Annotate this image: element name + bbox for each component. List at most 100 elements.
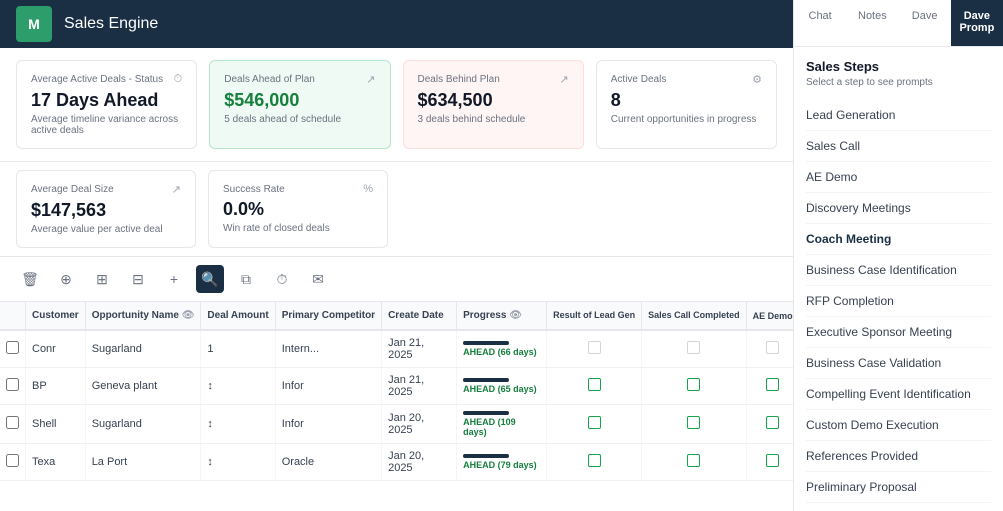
cell-progress: AHEAD (79 days) (457, 444, 547, 481)
metric-active-deals-status: Average Active Deals - Status ⏱ 17 Days … (16, 60, 197, 149)
trend-up-icon-2: ↗ (560, 73, 569, 86)
clock-icon: ⏱ (174, 73, 183, 86)
sidebar-step-item-5[interactable]: Business Case Identification (806, 255, 991, 286)
sidebar-content: Sales Steps Select a step to see prompts… (794, 47, 1003, 511)
gear-icon: ⚙ (752, 73, 762, 86)
sidebar-step-item-0[interactable]: Lead Generation (806, 100, 991, 131)
row-checkbox-0[interactable] (6, 341, 19, 354)
cell-opp-name: Geneva plant (85, 368, 201, 405)
sidebar-step-item-2[interactable]: AE Demo (806, 162, 991, 193)
metric-label-3: Deals Behind Plan (418, 74, 500, 85)
metric-value-6: 0.0% (223, 199, 373, 220)
col-header-ae-demo: AE Demo (746, 302, 793, 330)
sidebar-step-item-8[interactable]: Business Case Validation (806, 348, 991, 379)
cell-check-0-2[interactable] (746, 330, 793, 368)
eye-icon-opp[interactable]: 👁 (182, 310, 195, 321)
sidebar-step-item-7[interactable]: Executive Sponsor Meeting (806, 317, 991, 348)
metric-deals-behind: Deals Behind Plan ↗ $634,500 3 deals beh… (403, 60, 584, 149)
table-row: TexaLa Port↕OracleJan 20, 2025 AHEAD (79… (0, 444, 793, 481)
sidebar-step-item-13[interactable]: Implementation Scoping (806, 503, 991, 511)
metric-label-4: Active Deals (611, 74, 667, 85)
metric-label-5: Average Deal Size (31, 184, 114, 195)
cell-competitor: Oracle (275, 444, 381, 481)
filter-button[interactable]: ⊕ (52, 265, 80, 293)
cell-progress: AHEAD (109 days) (457, 405, 547, 444)
cell-create-date: Jan 21, 2025 (382, 368, 457, 405)
sidebar-step-item-4[interactable]: Coach Meeting (806, 224, 991, 255)
metric-desc-4: Current opportunities in progress (611, 114, 762, 125)
cell-check-2-2[interactable] (746, 405, 793, 444)
cell-progress: AHEAD (65 days) (457, 368, 547, 405)
col-header-lead-gen: Result of Lead Gen (547, 302, 642, 330)
cell-create-date: Jan 21, 2025 (382, 330, 457, 368)
col-header-customer: Customer (26, 302, 86, 330)
cell-customer: BP (26, 368, 86, 405)
cell-check-2-1[interactable] (642, 405, 747, 444)
metric-desc-3: 3 deals behind schedule (418, 114, 569, 125)
cell-check-1-1[interactable] (642, 368, 747, 405)
copy-button[interactable]: ⧉ (232, 265, 260, 293)
row-checkbox-3[interactable] (6, 454, 19, 467)
tab-dave[interactable]: Dave (899, 0, 951, 46)
cell-check-1-0[interactable] (547, 368, 642, 405)
metric-success-rate: Success Rate % 0.0% Win rate of closed d… (208, 170, 388, 248)
columns-button[interactable]: ⊟ (124, 265, 152, 293)
add-button[interactable]: + (160, 265, 188, 293)
metric-value-4: 8 (611, 90, 762, 111)
metric-value-2: $546,000 (224, 90, 375, 111)
tab-chat[interactable]: Chat (794, 0, 846, 46)
metrics-row-1: Average Active Deals - Status ⏱ 17 Days … (0, 48, 793, 162)
sidebar-section-title: Sales Steps (806, 59, 991, 74)
sidebar-step-item-6[interactable]: RFP Completion (806, 286, 991, 317)
cell-deal-amount: ↕ (201, 444, 275, 481)
sidebar-step-item-10[interactable]: Custom Demo Execution (806, 410, 991, 441)
cell-check-1-2[interactable] (746, 368, 793, 405)
col-header-checkbox (0, 302, 26, 330)
row-checkbox-1[interactable] (6, 378, 19, 391)
time-button[interactable]: ⏱ (268, 265, 296, 293)
col-header-date: Create Date (382, 302, 457, 330)
toolbar: 🗑 ⊕ ⊞ ⊟ + 🔍 ⧉ ⏱ ✉ (0, 257, 793, 302)
logo-icon: M (28, 16, 40, 32)
metric-deals-ahead: Deals Ahead of Plan ↗ $546,000 5 deals a… (209, 60, 390, 149)
table-row: ShellSugarland↕InforJan 20, 2025 AHEAD (… (0, 405, 793, 444)
cell-competitor: Infor (275, 405, 381, 444)
col-header-opp: Opportunity Name 👁 (85, 302, 201, 330)
cell-opp-name: Sugarland (85, 405, 201, 444)
cell-deal-amount: ↕ (201, 368, 275, 405)
cell-check-3-0[interactable] (547, 444, 642, 481)
tab-dave-promp[interactable]: Dave Promp (951, 0, 1003, 46)
cell-check-0-0[interactable] (547, 330, 642, 368)
sidebar-step-item-9[interactable]: Compelling Event Identification (806, 379, 991, 410)
cell-opp-name: Sugarland (85, 330, 201, 368)
cell-deal-amount: ↕ (201, 405, 275, 444)
cell-check-3-2[interactable] (746, 444, 793, 481)
metric-value-1: 17 Days Ahead (31, 90, 182, 111)
search-button[interactable]: 🔍 (196, 265, 224, 293)
tab-notes[interactable]: Notes (846, 0, 898, 46)
cell-check-2-0[interactable] (547, 405, 642, 444)
cell-deal-amount: 1 (201, 330, 275, 368)
metric-label-2: Deals Ahead of Plan (224, 74, 315, 85)
sidebar-step-item-11[interactable]: References Provided (806, 441, 991, 472)
mail-button[interactable]: ✉ (304, 265, 332, 293)
sidebar-step-item-1[interactable]: Sales Call (806, 131, 991, 162)
trash-button[interactable]: 🗑 (16, 265, 44, 293)
cell-competitor: Infor (275, 368, 381, 405)
cell-check-0-1[interactable] (642, 330, 747, 368)
col-header-deal: Deal Amount (201, 302, 275, 330)
grid-button[interactable]: ⊞ (88, 265, 116, 293)
metric-avg-deal-size: Average Deal Size ↗ $147,563 Average val… (16, 170, 196, 248)
logo: M (16, 6, 52, 42)
metric-desc-2: 5 deals ahead of schedule (224, 114, 375, 125)
cell-customer: Shell (26, 405, 86, 444)
cell-opp-name: La Port (85, 444, 201, 481)
cell-customer: Conr (26, 330, 86, 368)
metric-desc-5: Average value per active deal (31, 224, 181, 235)
sidebar-tabs: Chat Notes Dave Dave Promp (794, 0, 1003, 47)
cell-check-3-1[interactable] (642, 444, 747, 481)
row-checkbox-2[interactable] (6, 416, 19, 429)
eye-icon-progress[interactable]: 👁 (509, 310, 522, 321)
sidebar-step-item-3[interactable]: Discovery Meetings (806, 193, 991, 224)
sidebar-step-item-12[interactable]: Preliminary Proposal (806, 472, 991, 503)
